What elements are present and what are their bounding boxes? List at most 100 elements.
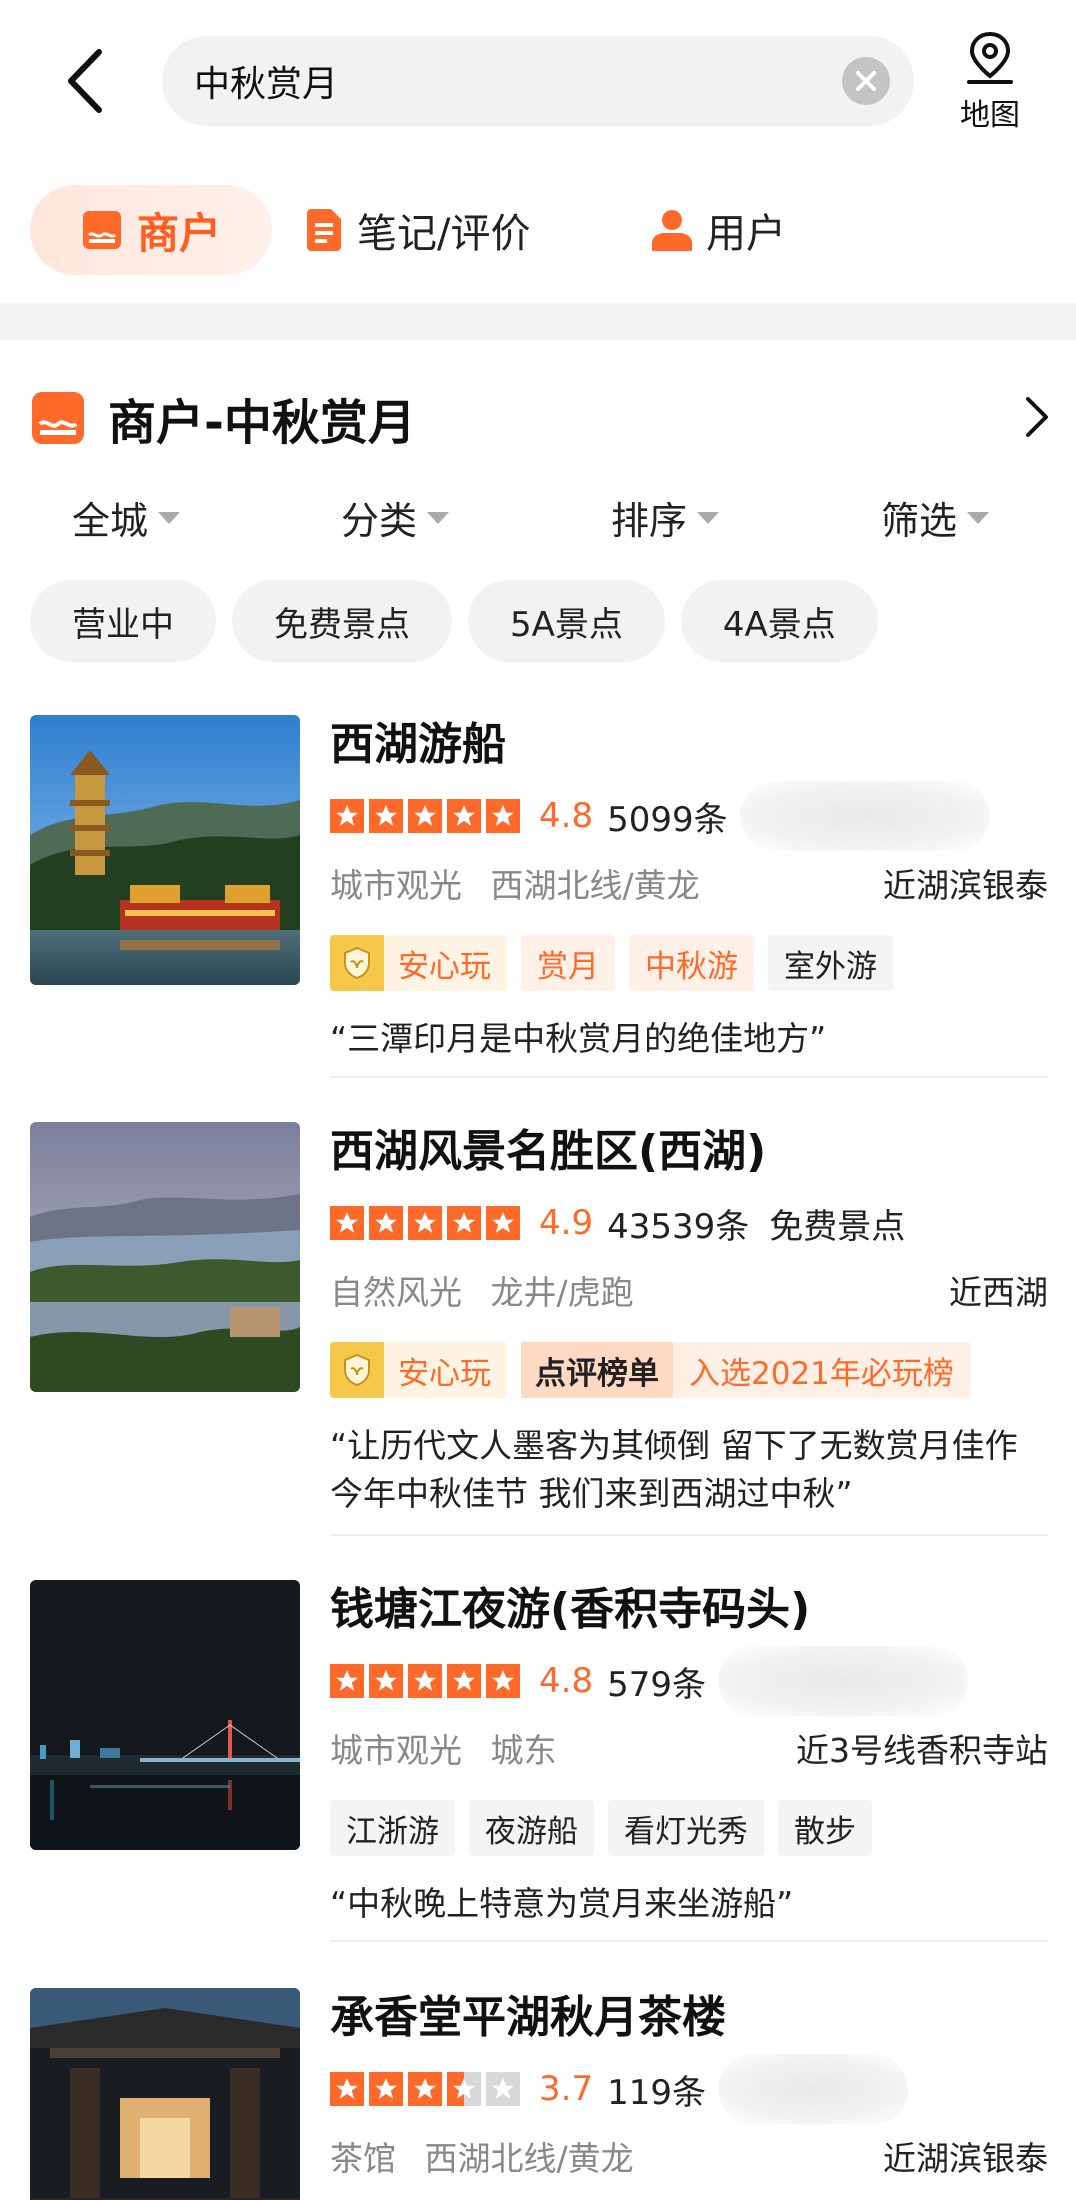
ranking-tag[interactable]: 点评榜单 入选2021年必玩榜 xyxy=(521,1342,970,1398)
listing-name: 钱塘江夜游(香积寺码头) xyxy=(330,1584,811,1635)
rating-row: 4.8 579条 xyxy=(330,1646,1048,1716)
filter-city[interactable]: 全城 xyxy=(72,490,181,545)
filter-screen[interactable]: 筛选 xyxy=(881,490,990,545)
listing-tag: 室外游 xyxy=(768,935,893,991)
map-label: 地图 xyxy=(960,98,1020,133)
tag-row: 江浙游 夜游船 看灯光秀 散步 xyxy=(330,1788,1048,1868)
star-icon xyxy=(447,799,481,833)
star-icon xyxy=(486,1206,520,1240)
listing-area: 城东 xyxy=(490,1731,557,1770)
filter-category[interactable]: 分类 xyxy=(341,490,450,545)
clear-search-button[interactable] xyxy=(842,57,890,105)
review-quote: “让历代文人墨客为其倾倒 留下了无数赏月佳作 今年中秋佳节 我们来到西湖过中秋” xyxy=(330,1426,1018,1513)
chip-open-now[interactable]: 营业中 xyxy=(30,580,216,662)
back-button[interactable] xyxy=(55,42,115,120)
listing-photo xyxy=(30,1988,300,2200)
listing-nearby: 近3号线香积寺站 xyxy=(796,1731,1048,1770)
filter-label: 分类 xyxy=(341,499,418,543)
star-icon xyxy=(408,799,442,833)
tag-row: 安心玩 点评榜单 入选2021年必玩榜 xyxy=(330,1330,1048,1410)
close-icon xyxy=(856,71,876,91)
star-icon xyxy=(330,1664,364,1698)
star-rating xyxy=(330,1206,525,1240)
listing-nearby: 近湖滨银泰 xyxy=(883,866,1048,905)
star-icon xyxy=(330,1206,364,1240)
filter-label: 全城 xyxy=(72,499,149,543)
meta-row: 茶馆 西湖北线/黄龙 近湖滨银泰 xyxy=(330,2124,1048,2188)
map-pin-icon xyxy=(967,31,1013,84)
tab-merchants[interactable]: 商户 xyxy=(30,185,272,275)
safe-play-tag: 安心玩 xyxy=(330,935,507,991)
meta-row: 城市观光 城东 近3号线香积寺站 xyxy=(330,1716,1048,1780)
shield-icon xyxy=(330,1342,384,1398)
review-count: 43539条 xyxy=(607,1206,750,1247)
listing-tag: 散步 xyxy=(778,1800,872,1856)
listing-category: 城市观光 xyxy=(330,866,462,905)
star-icon xyxy=(447,1206,481,1240)
rating-score: 4.9 xyxy=(539,1203,594,1243)
listing-nearby: 近湖滨银泰 xyxy=(883,2139,1048,2178)
rating-row: 4.9 43539条 免费景点 xyxy=(330,1188,1048,1258)
star-icon xyxy=(330,2072,364,2106)
listing-tag: 赏月 xyxy=(521,935,615,991)
chip-free-attractions[interactable]: 免费景点 xyxy=(232,580,452,662)
caret-down-icon xyxy=(697,511,720,524)
listing-info: 西湖游船 4.8 5099条 城市观光 西湖北线/黄龙 近湖滨银泰 安心玩 赏月… xyxy=(330,715,1048,1063)
chip-4a[interactable]: 4A景点 xyxy=(680,580,878,662)
listing-nearby: 近西湖 xyxy=(949,1273,1048,1312)
rating-row: 4.8 5099条 xyxy=(330,781,1048,851)
map-button[interactable]: 地图 xyxy=(950,30,1030,140)
star-icon xyxy=(369,1206,403,1240)
listing-card[interactable]: 承香堂平湖秋月茶楼 3.7 119条 茶馆 西湖北线/黄龙 近湖滨银泰 xyxy=(0,1988,1076,2200)
listing-photo xyxy=(30,1122,300,1392)
divider xyxy=(330,1534,1048,1536)
listing-area: 西湖北线/黄龙 xyxy=(424,2139,634,2178)
tag-row: 安心玩 赏月 中秋游 室外游 xyxy=(330,923,1048,1003)
section-header[interactable]: 商户-中秋赏月 xyxy=(30,385,1050,451)
rating-score: 4.8 xyxy=(539,796,594,836)
tab-users[interactable]: 用户 xyxy=(652,185,786,275)
chip-5a[interactable]: 5A景点 xyxy=(468,580,665,662)
caret-down-icon xyxy=(427,511,450,524)
user-icon xyxy=(652,210,692,251)
blurred-region xyxy=(739,781,990,851)
review-quote: “三潭印月是中秋赏月的绝佳地方” xyxy=(330,1019,827,1058)
search-query-text: 中秋赏月 xyxy=(194,64,339,105)
ranking-label: 点评榜单 xyxy=(521,1342,673,1398)
shield-icon xyxy=(330,935,384,991)
tab-label: 用户 xyxy=(706,211,786,257)
filter-label: 排序 xyxy=(611,499,688,543)
star-icon xyxy=(408,1664,442,1698)
blurred-region xyxy=(717,2054,908,2124)
quick-filter-chips: 营业中 免费景点 5A景点 4A景点 xyxy=(30,580,894,662)
filter-bar: 全城 分类 排序 筛选 xyxy=(0,480,1076,550)
tab-label: 商户 xyxy=(136,208,221,258)
star-half-icon xyxy=(447,2072,481,2106)
search-input[interactable]: 中秋赏月 xyxy=(162,36,914,126)
blurred-region xyxy=(717,1646,968,1716)
chevron-right-icon[interactable] xyxy=(1024,395,1050,439)
divider xyxy=(0,303,1076,340)
star-icon xyxy=(369,2072,403,2106)
note-icon xyxy=(307,209,341,251)
divider xyxy=(330,1940,1048,1942)
star-icon xyxy=(486,1664,520,1698)
listing-category: 城市观光 xyxy=(330,1731,462,1770)
filter-sort[interactable]: 排序 xyxy=(611,490,720,545)
chevron-left-icon xyxy=(68,49,102,113)
listing-card[interactable]: 钱塘江夜游(香积寺码头) 4.8 579条 城市观光 城东 近3号线香积寺站 江… xyxy=(0,1580,1076,1940)
star-icon xyxy=(447,1664,481,1698)
listing-card[interactable]: 西湖游船 4.8 5099条 城市观光 西湖北线/黄龙 近湖滨银泰 安心玩 赏月… xyxy=(0,715,1076,1075)
listing-card[interactable]: 西湖风景名胜区(西湖) 4.9 43539条 免费景点 自然风光 龙井/虎跑 近… xyxy=(0,1122,1076,1532)
star-rating xyxy=(330,2072,525,2106)
listing-tag: 看灯光秀 xyxy=(608,1800,764,1856)
rating-score: 4.8 xyxy=(539,1661,594,1701)
review-count: 579条 xyxy=(607,1664,706,1705)
meta-row: 自然风光 龙井/虎跑 近西湖 xyxy=(330,1258,1048,1322)
tab-label: 笔记/评价 xyxy=(357,211,531,257)
listing-photo xyxy=(30,715,300,985)
tab-notes-reviews[interactable]: 笔记/评价 xyxy=(305,185,530,275)
star-icon xyxy=(330,799,364,833)
safe-play-tag: 安心玩 xyxy=(330,1342,507,1398)
caret-down-icon xyxy=(967,511,990,524)
